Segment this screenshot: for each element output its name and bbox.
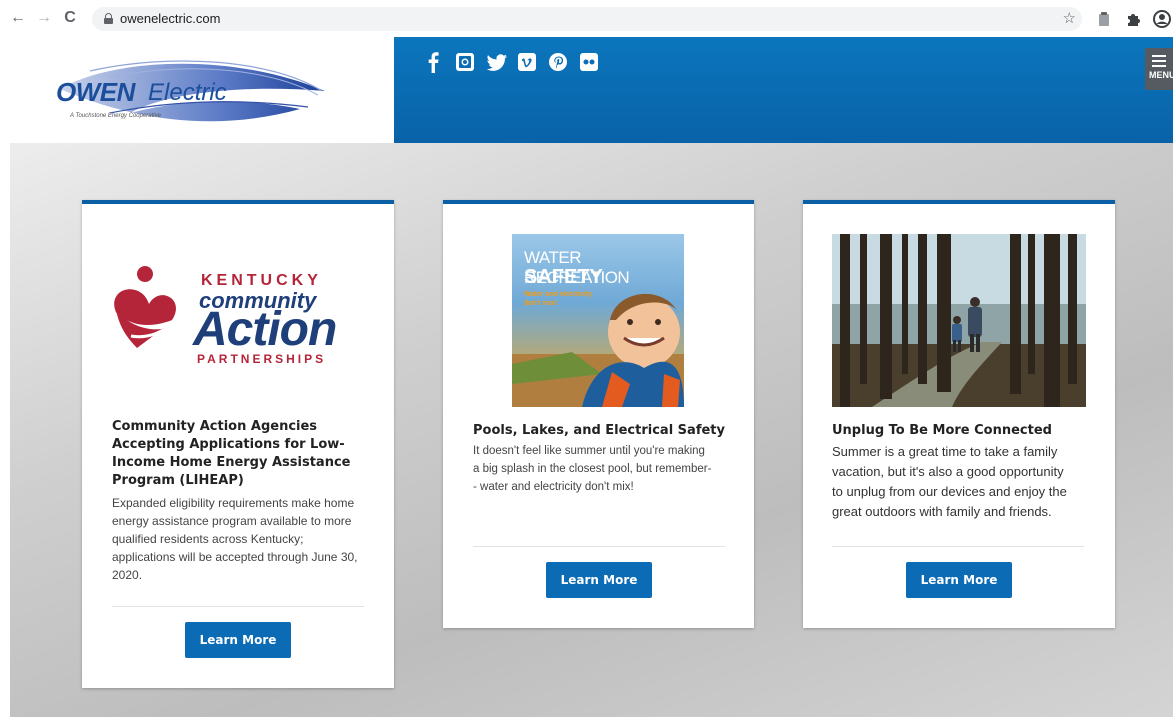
card-description: Expanded eligibility requirements make h… <box>112 494 372 584</box>
puzzle-icon[interactable] <box>1124 10 1142 28</box>
kentucky-community-action-logo: KENTUCKY community Action PARTNERSHIPS <box>109 262 337 372</box>
header-band <box>394 37 1173 143</box>
social-links <box>424 51 599 73</box>
forest-photo-icon <box>832 234 1086 407</box>
card-text-line: 2020. <box>112 568 143 582</box>
card-text-line: Summer is a great time to take a family <box>832 444 1058 459</box>
flickr-icon[interactable] <box>579 51 599 73</box>
logo-suffix-text: Electric <box>148 79 227 106</box>
news-card-liheap: KENTUCKY community Action PARTNERSHIPS C… <box>82 200 394 688</box>
water-subtitle: Water and electricity don't mix! <box>524 291 593 307</box>
card-title-line: Community Action Agencies <box>112 419 318 434</box>
vimeo-icon[interactable] <box>517 51 537 73</box>
card-text-line: It doesn't feel like summer until you're… <box>473 445 705 457</box>
card-title[interactable]: Community Action Agencies Accepting Appl… <box>112 418 352 490</box>
card-title-line: Program (LIHEAP) <box>112 473 244 488</box>
card-text-line: great outdoors with family and friends. <box>832 504 1052 519</box>
browser-toolbar: ← → C owenelectric.com ☆ <box>0 0 1173 37</box>
learn-more-button[interactable]: Learn More <box>906 562 1012 598</box>
logo-tagline: A Touchstone Energy Cooperative <box>70 113 161 119</box>
card-divider <box>112 606 364 607</box>
card-title-line: Accepting Applications for Low- <box>112 437 345 452</box>
news-card-unplug: Unplug To Be More Connected Summer is a … <box>803 200 1115 628</box>
card-text-line: - water and electricity don't mix! <box>473 481 634 493</box>
star-icon[interactable]: ☆ <box>1063 9 1076 27</box>
card-title[interactable]: Pools, Lakes, and Electrical Safety <box>473 422 733 440</box>
card-divider <box>473 546 725 547</box>
card-text-line: Expanded eligibility requirements make h… <box>112 496 355 510</box>
reload-button[interactable]: C <box>60 8 80 28</box>
card-description: Summer is a great time to take a family … <box>832 442 1094 522</box>
card-text-line: to unplug from our devices and enjoy the <box>832 484 1067 499</box>
site-header: OWEN Electric A Touchstone Energy Cooper… <box>0 37 1173 143</box>
card-text-line: a big splash in the closest pool, but re… <box>473 463 712 475</box>
card-text-line: vacation, but it's also a good opportuni… <box>832 464 1064 479</box>
lock-icon[interactable] <box>104 13 113 24</box>
card-text-line: qualified residents across Kentucky; <box>112 532 304 546</box>
card-text-line: energy assistance program available to m… <box>112 514 352 528</box>
profile-icon[interactable] <box>1153 10 1171 28</box>
learn-more-button[interactable]: Learn More <box>185 622 291 658</box>
menu-label: MENU <box>1149 70 1173 80</box>
instagram-icon[interactable] <box>455 51 475 73</box>
card-title-line: Income Home Energy Assistance <box>112 455 351 470</box>
water-recreation-image[interactable]: WATER RECREATION SAFETY Water and electr… <box>512 234 684 407</box>
logo-brand-text: OWEN <box>56 77 135 107</box>
twitter-icon[interactable] <box>486 51 507 73</box>
kca-partnerships-text: PARTNERSHIPS <box>197 352 327 366</box>
learn-more-button[interactable]: Learn More <box>546 562 652 598</box>
family-forest-walk-image[interactable] <box>832 234 1086 407</box>
forward-button[interactable]: → <box>34 8 54 28</box>
back-button[interactable]: ← <box>8 8 28 28</box>
news-section: KENTUCKY community Action PARTNERSHIPS C… <box>10 143 1173 717</box>
water-headline-2: SAFETY <box>524 266 603 288</box>
news-card-water-safety: WATER RECREATION SAFETY Water and electr… <box>443 200 754 628</box>
owen-electric-logo[interactable]: OWEN Electric A Touchstone Energy Cooper… <box>0 37 394 143</box>
heart-hands-icon <box>114 266 195 348</box>
card-description: It doesn't feel like summer until you're… <box>473 442 735 496</box>
pinterest-icon[interactable] <box>548 51 568 73</box>
menu-button[interactable]: MENU <box>1145 48 1173 90</box>
clipboard-icon[interactable] <box>1095 10 1113 28</box>
facebook-icon[interactable] <box>424 51 444 73</box>
hamburger-icon <box>1152 55 1166 70</box>
card-divider <box>832 546 1084 547</box>
card-title[interactable]: Unplug To Be More Connected <box>832 422 1092 440</box>
address-bar[interactable]: owenelectric.com ☆ <box>92 7 1082 31</box>
url-text: owenelectric.com <box>120 11 221 26</box>
card-text-line: applications will be accepted through Ju… <box>112 550 358 564</box>
kca-action-text: Action <box>193 303 337 356</box>
